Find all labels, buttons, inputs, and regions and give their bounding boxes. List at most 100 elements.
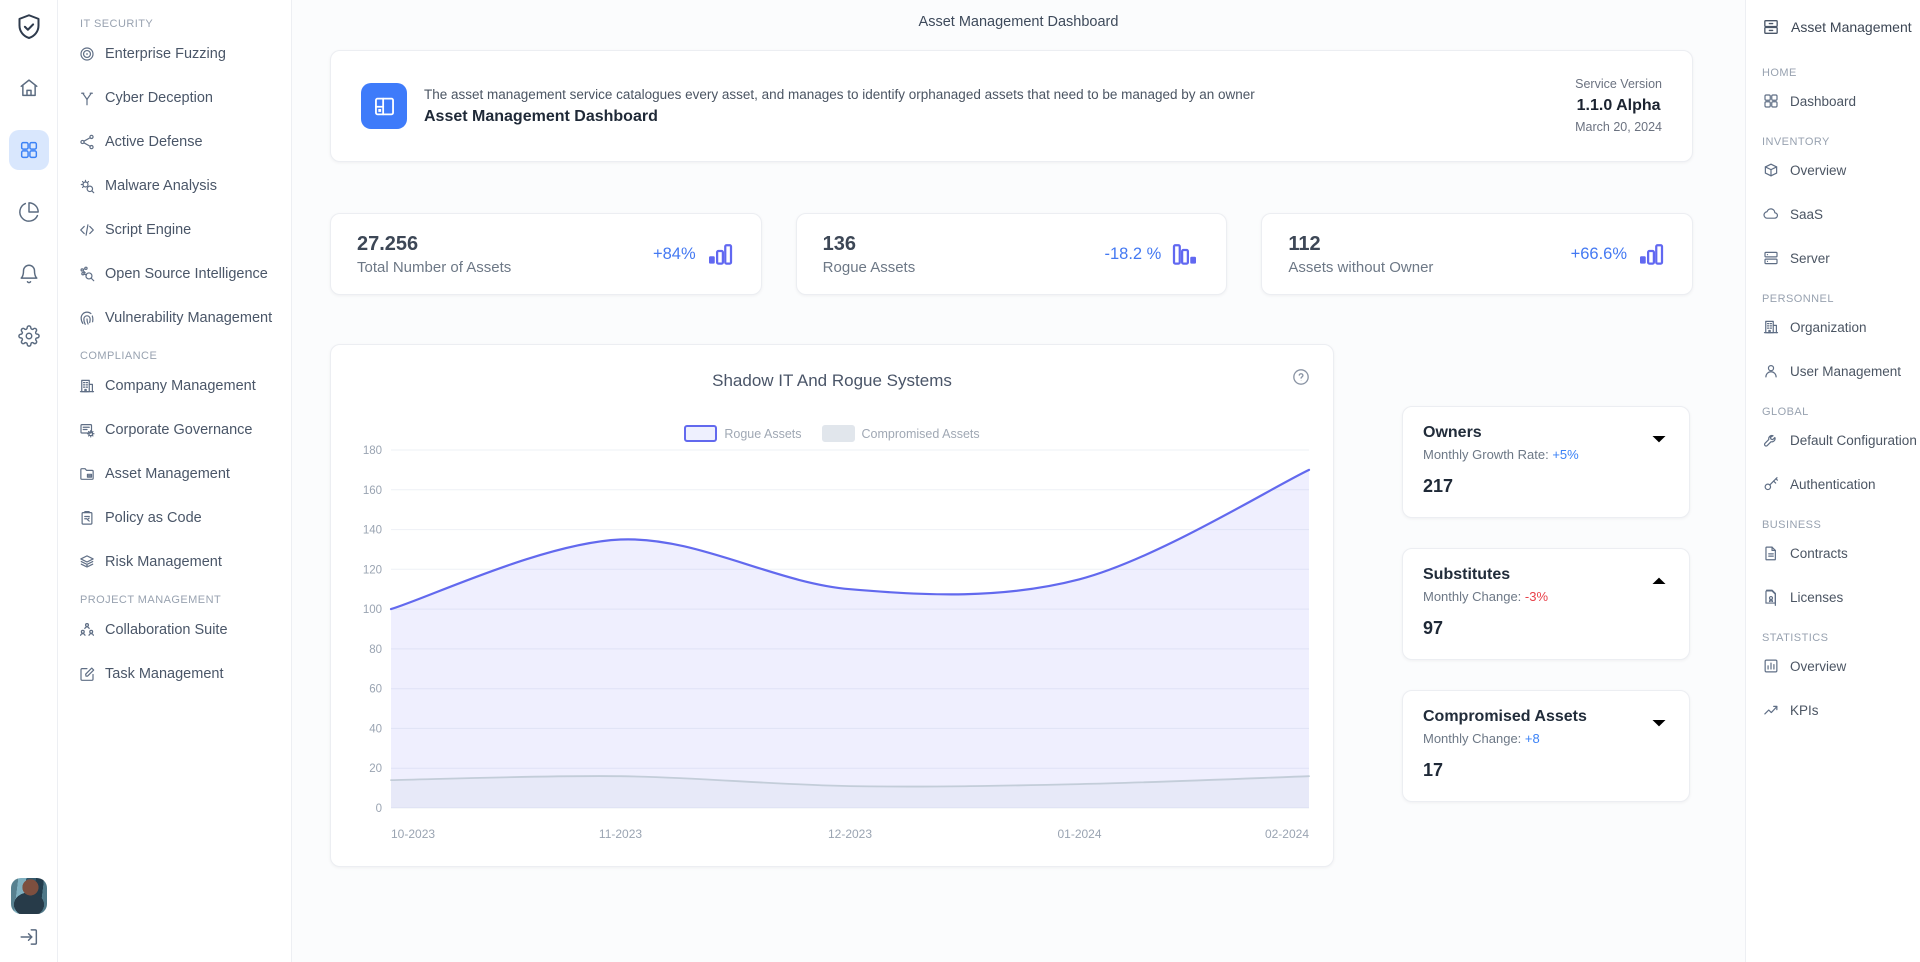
sidebar-item-script-engine[interactable]: Script Engine (58, 208, 291, 252)
sidebar-item-asset-management[interactable]: Asset Management (58, 452, 291, 496)
left-sidebar: IT SECURITYEnterprise FuzzingCyber Decep… (58, 0, 292, 962)
sidebar-item-label: Script Engine (105, 222, 191, 238)
service-title: Asset Management Dashboard (424, 108, 1255, 126)
sidebar-item-label: Active Defense (105, 134, 203, 150)
stat-value: 112 (1288, 232, 1433, 257)
rail-button-gear-icon[interactable] (9, 316, 49, 356)
right-item-label: Overview (1790, 659, 1846, 674)
sidebar-section-project-management: PROJECT MANAGEMENTCollaboration SuiteTas… (58, 594, 291, 696)
right-item-global-default-configuration[interactable]: Default Configuration (1746, 418, 1920, 462)
svg-text:120: 120 (363, 564, 382, 576)
help-circle-icon[interactable] (1291, 367, 1311, 387)
apps-grid-icon (18, 139, 40, 161)
sidebar-item-vulnerability-management[interactable]: Vulnerability Management (58, 296, 291, 340)
sidebar-item-label: Open Source Intelligence (105, 266, 268, 282)
svg-text:0: 0 (376, 803, 382, 815)
dashboard-tile (361, 83, 407, 129)
service-description: The asset management service catalogues … (424, 87, 1255, 102)
right-section-header: STATISTICS (1762, 632, 1920, 644)
right-item-statistics-kpis[interactable]: KPIs (1746, 688, 1920, 732)
service-info-card: The asset management service catalogues … (330, 50, 1693, 162)
sidebar-item-label: Vulnerability Management (105, 310, 272, 326)
stat-texts: 136 Rogue Assets (823, 232, 916, 276)
sidebar-item-active-defense[interactable]: Active Defense (58, 120, 291, 164)
kpi-title: Owners (1423, 424, 1669, 442)
legend-item-rogue-assets[interactable]: Rogue Assets (684, 425, 801, 442)
right-item-inventory-server[interactable]: Server (1746, 236, 1920, 280)
right-item-label: KPIs (1790, 703, 1819, 718)
right-item-personnel-organization[interactable]: Organization (1746, 305, 1920, 349)
chart-title: Shadow IT And Rogue Systems (355, 371, 1309, 391)
bars-up-icon (705, 239, 735, 269)
rail-button-bell-icon[interactable] (9, 254, 49, 294)
main-area: Asset Management Dashboard The asset man… (292, 0, 1745, 962)
right-sidebar: Asset Management HOMEDashboardINVENTORYO… (1745, 0, 1920, 962)
svg-text:80: 80 (369, 644, 382, 656)
sidebar-item-corporate-governance[interactable]: Corporate Governance (58, 408, 291, 452)
sidebar-item-policy-as-code[interactable]: Policy as Code (58, 496, 291, 540)
bell-icon (18, 263, 40, 285)
sidebar-item-label: Corporate Governance (105, 422, 253, 438)
right-item-home-dashboard[interactable]: Dashboard (1746, 79, 1920, 123)
sidebar-item-task-management[interactable]: Task Management (58, 652, 291, 696)
sidebar-item-malware-analysis[interactable]: Malware Analysis (58, 164, 291, 208)
kpi-subtitle: Monthly Growth Rate: +5% (1423, 447, 1669, 462)
right-item-global-authentication[interactable]: Authentication (1746, 462, 1920, 506)
stat-trend: -18.2 % (1104, 239, 1200, 269)
code-icon (78, 221, 96, 239)
sidebar-item-enterprise-fuzzing[interactable]: Enterprise Fuzzing (58, 32, 291, 76)
right-item-business-licenses[interactable]: Licenses (1746, 575, 1920, 619)
sidebar-item-label: Collaboration Suite (105, 622, 228, 638)
chevron-down-icon[interactable] (1647, 427, 1671, 451)
sidebar-item-label: Task Management (105, 666, 223, 682)
trending-up-icon (1762, 701, 1780, 719)
sidebar-section-compliance: COMPLIANCECompany ManagementCorporate Go… (58, 350, 291, 584)
rail-button-home-icon[interactable] (9, 68, 49, 108)
right-section-home: HOMEDashboard (1746, 67, 1920, 123)
user-avatar[interactable] (11, 878, 47, 914)
svg-text:100: 100 (363, 604, 382, 616)
kpi-value: 97 (1423, 618, 1669, 639)
right-sidebar-title-row: Asset Management (1746, 0, 1920, 54)
right-item-inventory-overview[interactable]: Overview (1746, 148, 1920, 192)
svg-text:140: 140 (363, 525, 382, 537)
chevron-up-icon[interactable] (1647, 569, 1671, 593)
right-item-label: Server (1790, 251, 1830, 266)
kpi-card-compromised-assets[interactable]: Compromised Assets Monthly Change: +8 17 (1402, 690, 1690, 802)
right-item-label: Authentication (1790, 477, 1876, 492)
sign-out-icon[interactable] (18, 926, 40, 948)
sidebar-item-open-source-intelligence[interactable]: Open Source Intelligence (58, 252, 291, 296)
rail-button-apps-grid-icon[interactable] (9, 130, 49, 170)
sidebar-item-collaboration-suite[interactable]: Collaboration Suite (58, 608, 291, 652)
right-item-label: Dashboard (1790, 94, 1856, 109)
legend-item-compromised-assets[interactable]: Compromised Assets (822, 425, 980, 442)
svg-text:180: 180 (363, 445, 382, 457)
right-item-label: SaaS (1790, 207, 1823, 222)
stat-change: +84% (653, 245, 696, 264)
sidebar-section-it-security: IT SECURITYEnterprise FuzzingCyber Decep… (58, 18, 291, 340)
right-item-inventory-saas[interactable]: SaaS (1746, 192, 1920, 236)
service-version-block: Service Version 1.1.0 Alpha March 20, 20… (1575, 75, 1662, 137)
shield-check-logo (14, 12, 44, 42)
sidebar-item-risk-management[interactable]: Risk Management (58, 540, 291, 584)
stat-change: -18.2 % (1104, 245, 1161, 264)
network-search-icon (78, 265, 96, 283)
kpi-value: 17 (1423, 760, 1669, 781)
gear-icon (18, 325, 40, 347)
right-section-business: BUSINESSContractsLicenses (1746, 519, 1920, 619)
right-item-personnel-user-management[interactable]: User Management (1746, 349, 1920, 393)
service-version-date: March 20, 2024 (1575, 118, 1662, 137)
kpi-card-owners[interactable]: Owners Monthly Growth Rate: +5% 217 (1402, 406, 1690, 518)
right-item-statistics-overview[interactable]: Overview (1746, 644, 1920, 688)
sidebar-item-cyber-deception[interactable]: Cyber Deception (58, 76, 291, 120)
right-section-personnel: PERSONNELOrganizationUser Management (1746, 293, 1920, 393)
rail-button-pie-chart-icon[interactable] (9, 192, 49, 232)
left-rail (0, 0, 58, 962)
sidebar-item-label: Malware Analysis (105, 178, 217, 194)
kpi-delta: +5% (1552, 447, 1578, 462)
right-item-business-contracts[interactable]: Contracts (1746, 531, 1920, 575)
kpi-card-substitutes[interactable]: Substitutes Monthly Change: -3% 97 (1402, 548, 1690, 660)
server-icon (1762, 249, 1780, 267)
chevron-down-icon[interactable] (1647, 711, 1671, 735)
sidebar-item-company-management[interactable]: Company Management (58, 364, 291, 408)
